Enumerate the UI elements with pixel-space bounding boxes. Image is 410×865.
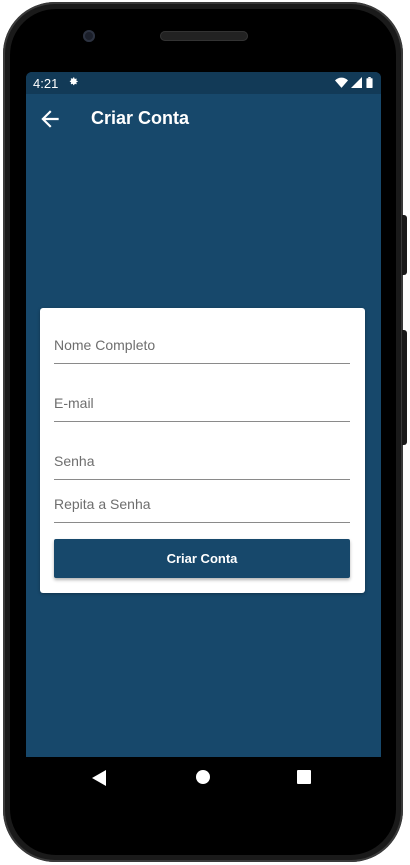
- app-bar: Criar Conta: [26, 94, 381, 144]
- volume-button: [402, 330, 407, 445]
- confirm-password-field[interactable]: Repita a Senha: [54, 488, 350, 523]
- power-button: [402, 215, 407, 275]
- email-field[interactable]: E-mail: [54, 387, 350, 422]
- page-title: Criar Conta: [91, 108, 190, 128]
- back-triangle-icon[interactable]: [92, 770, 106, 786]
- back-button[interactable]: [36, 106, 64, 132]
- status-bar: 4:21: [26, 72, 381, 94]
- wifi-icon: [334, 77, 348, 88]
- status-right-icons: [334, 76, 373, 91]
- password-field[interactable]: Senha: [54, 445, 350, 480]
- full-name-placeholder: Nome Completo: [54, 337, 156, 353]
- signal-icon: [351, 77, 363, 88]
- front-camera: [83, 30, 95, 42]
- password-placeholder: Senha: [54, 453, 95, 469]
- earpiece-speaker: [160, 31, 248, 41]
- battery-icon: [366, 77, 373, 88]
- screen: 4:21 Criar Conta Nome Completo E-mail Se…: [26, 72, 381, 757]
- full-name-field[interactable]: Nome Completo: [54, 329, 350, 364]
- status-time: 4:21: [33, 76, 59, 91]
- recents-square-icon[interactable]: [297, 770, 311, 784]
- create-account-button[interactable]: Criar Conta: [54, 539, 350, 578]
- confirm-password-placeholder: Repita a Senha: [54, 496, 151, 512]
- system-nav-bar: [26, 757, 381, 799]
- home-circle-icon[interactable]: [195, 769, 211, 785]
- gear-icon: [68, 76, 79, 90]
- email-placeholder: E-mail: [54, 395, 94, 411]
- arrow-left-icon: [41, 110, 59, 128]
- signup-form-card: Nome Completo E-mail Senha Repita a Senh…: [40, 308, 365, 593]
